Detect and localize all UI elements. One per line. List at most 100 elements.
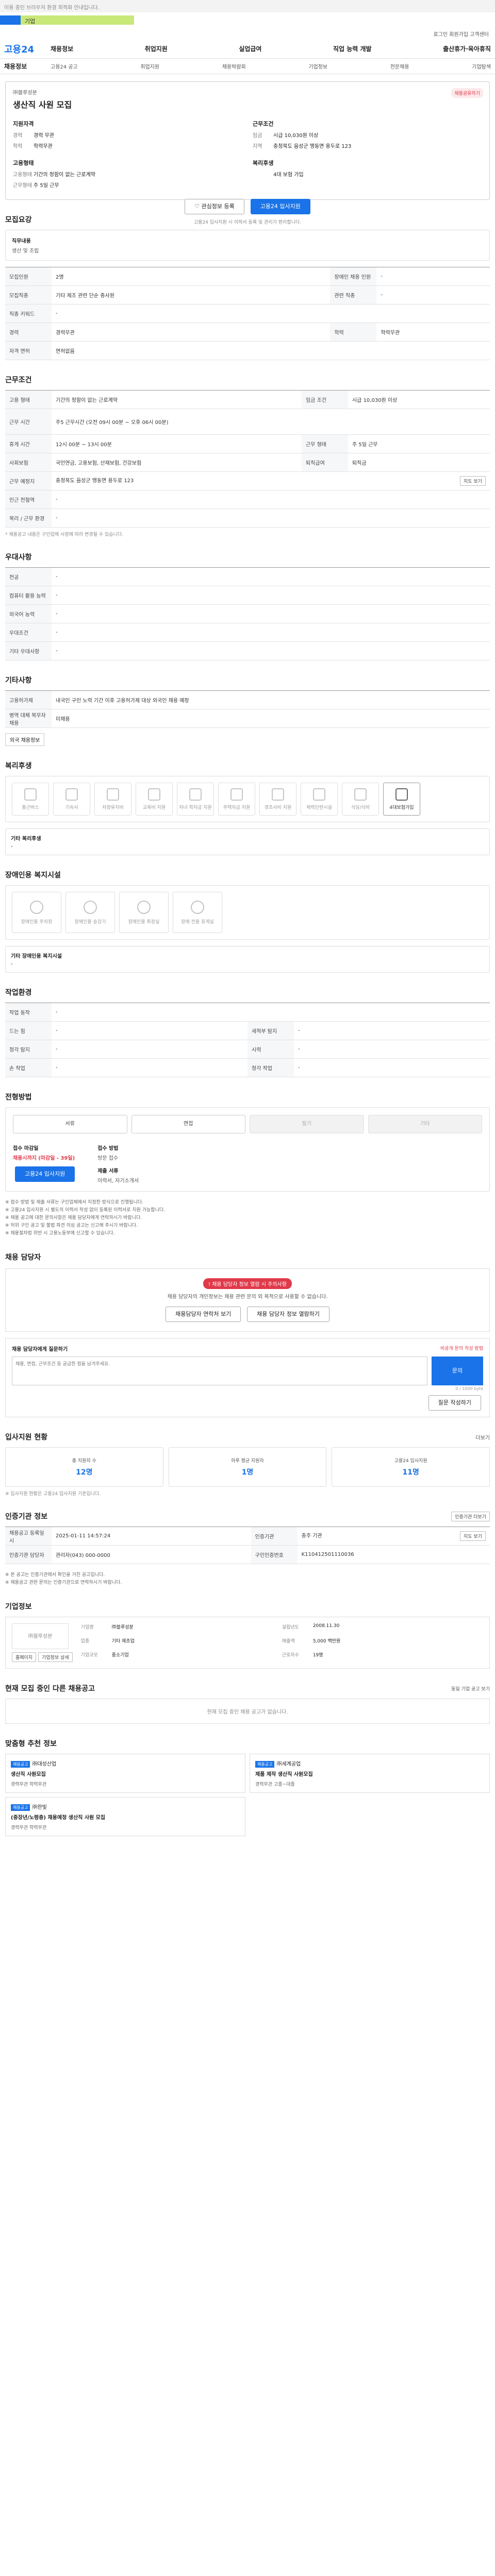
company-name[interactable]: ㈜블루성분: [13, 88, 482, 96]
util-links[interactable]: 로그인 회원가입 고객센터: [0, 28, 495, 39]
note-line: ※ 허위 구인 공고 및 불법 파견 의심 공고는 신고해 주시기 바랍니다.: [5, 1223, 138, 1228]
qa-byte-count: 0 / 1000 byte: [455, 1386, 483, 1391]
car-icon: [107, 788, 119, 801]
note-line: ※ 채용공고 관련 문의는 인증기관으로 연락하시기 바랍니다.: [5, 1580, 122, 1585]
recommend-card[interactable]: 채용공고 ㈜세계공업 제품 제작 생산직 사원모집 경력무관 고졸~대졸: [250, 1754, 490, 1793]
recommend-card[interactable]: 채용공고 ㈜대성산업 생산직 사원모집 경력무관 학력무관: [5, 1754, 245, 1793]
selection-notes: ※ 접수 방법 및 제출 서류는 구인업체에서 지정한 방식으로 진행됩니다. …: [5, 1199, 490, 1238]
add-interest-button[interactable]: ♡ 관심정보 등록: [185, 199, 244, 214]
stat-value: 12명: [76, 1468, 93, 1477]
qa-send-button[interactable]: 문의: [432, 1357, 483, 1385]
apply-button-2[interactable]: 고용24 입사지원: [15, 1166, 75, 1182]
foreign-hire-badge[interactable]: 외국 채용정보: [5, 733, 45, 746]
recommend-card[interactable]: 채용공고 ㈜한빛 (중장년/노령층) 채용예정 생산직 사원 모집 경력무관 학력…: [5, 1797, 245, 1836]
cgrid-key: 설립년도: [282, 1625, 299, 1630]
cond-key: 임금: [253, 133, 262, 139]
gnb-item-0[interactable]: 채용정보: [51, 44, 73, 53]
gnb-item-4[interactable]: 출산휴가·육아휴직: [443, 44, 491, 53]
cell-val: -: [52, 641, 490, 660]
section-pref-title: 우대사항: [5, 553, 32, 562]
cell-key: 청각 작업: [248, 1058, 294, 1077]
cell-val: 국민연금, 고용보험, 산재보험, 건강보험: [52, 453, 302, 472]
welfare-label: 체력단련시설: [306, 805, 332, 810]
cell-val: 주5 근무시간 (오전 09시 00분 ~ 오후 06시 00분): [52, 409, 490, 435]
lnb-label: 채용정보: [4, 63, 27, 70]
rec-meta: 경력무관 고졸~대졸: [255, 1782, 295, 1787]
welfare-item: 자녀 학자금 지원: [177, 783, 214, 816]
map-button[interactable]: 지도 보기: [460, 476, 486, 486]
cell-val: -: [52, 490, 490, 509]
agency-more-button[interactable]: 인증기관 더보기: [451, 1511, 490, 1521]
gnb-item-1[interactable]: 취업지원: [145, 44, 168, 53]
apply-button[interactable]: 고용24 입사지원: [250, 199, 310, 214]
cond-val: 시급 10,030원 이상: [273, 133, 319, 139]
lnb-item-1[interactable]: 취업지원: [140, 62, 159, 70]
welfare-label: 통근버스: [22, 805, 39, 810]
applicants-more-link[interactable]: 더보기: [475, 1433, 490, 1441]
agency-map-button[interactable]: 지도 보기: [460, 1531, 486, 1541]
cell-val: 12시 00분 ~ 13시 00분: [52, 434, 302, 453]
dumbbell-icon: [313, 788, 325, 801]
recommend-grid: 채용공고 ㈜대성산업 생산직 사원모집 경력무관 학력무관 채용공고 ㈜세계공업 제…: [5, 1754, 490, 1836]
stat-label: 총 지원자 수: [72, 1459, 96, 1464]
lnb-item-0[interactable]: 고용24 공고: [51, 62, 78, 70]
show-contact-button[interactable]: 채용담당자 연락처 보기: [166, 1307, 241, 1322]
stat-label: 고용24 입사지원: [394, 1459, 427, 1464]
other-jobs-link[interactable]: 동일 기업 공고 보기: [451, 1685, 490, 1692]
cell-key: 청각 탐지: [5, 1040, 52, 1059]
cell-key: 인증기관 담당자: [5, 1545, 52, 1564]
brand-banner-left: [0, 15, 21, 25]
company-detail-button[interactable]: 기업정보 상세: [38, 1652, 73, 1662]
disabled-item: 장애 전용 휴게실: [173, 892, 222, 933]
gnb-item-3[interactable]: 직업 능력 개발: [333, 44, 372, 53]
cell-key: 모집인원: [5, 267, 52, 286]
welfare-item: 경조사비 지원: [259, 783, 296, 816]
gnb-item-2[interactable]: 실업급여: [239, 44, 261, 53]
lnb-item-2[interactable]: 채용박람회: [222, 62, 246, 70]
cell-val: -: [52, 1003, 490, 1022]
lnb-item-4[interactable]: 전문채용: [390, 62, 409, 70]
brand-banner-label: 기업: [21, 15, 134, 25]
view-contact-button[interactable]: 채용 담당자 정보 열람하기: [247, 1307, 329, 1322]
cond-val: 충청북도 음성군 맹동면 용두로 123: [273, 144, 352, 149]
cell-val: 면허없음: [52, 341, 490, 360]
cell-val: -: [52, 1058, 248, 1077]
qa-write-button[interactable]: 질문 작성하기: [428, 1395, 481, 1411]
section-workcond-title: 근무조건: [5, 376, 32, 384]
homepage-button[interactable]: 홈페이지: [12, 1652, 37, 1662]
cell-key: 직종 키워드: [5, 304, 52, 323]
cell-key: 우대조건: [5, 623, 52, 642]
disabled-box: 장애인용 주차장 장애인용 승강기 장애인용 화장실 장애 전용 휴게실: [5, 885, 490, 940]
cell-val: 충청북도 음성군 맹동면 용두로 123: [56, 478, 134, 484]
shield-icon: [395, 788, 408, 801]
qa-input[interactable]: [12, 1357, 427, 1385]
welfare-item: 교육비 지원: [136, 783, 173, 816]
rec-meta: 경력무관 학력무관: [11, 1782, 47, 1787]
top-notice: 이용 중인 브라우저 환경 최적화 안내입니다.: [0, 0, 495, 12]
docs-value: 이력서, 자기소개서: [97, 1178, 139, 1184]
cell-val: -: [294, 1058, 490, 1077]
disabled-extra: 기타 장애인용 복지시설 -: [5, 946, 490, 973]
emp-key: 근무형태: [13, 183, 32, 189]
cgrid-key: 기업명: [80, 1625, 94, 1630]
qual-val: 경력 무관: [34, 133, 54, 139]
qa-side-link[interactable]: 비공개 문의 작성 방법: [440, 1345, 483, 1352]
lnb-item-3[interactable]: 기업정보: [308, 62, 327, 70]
restroom-icon: [137, 901, 151, 914]
note-line: ※ 본 공고는 인증기관에서 확인을 거친 공고입니다.: [5, 1572, 105, 1578]
section-recommend-title: 맞춤형 추천 정보: [5, 1740, 57, 1748]
welfare-label: 자녀 학자금 지원: [179, 805, 212, 810]
welfare-label: 차량유지비: [102, 805, 124, 810]
cell-key: 손 작업: [5, 1058, 52, 1077]
stat-total: 총 지원자 수 12명: [5, 1447, 163, 1487]
site-logo[interactable]: 고용24: [4, 42, 51, 56]
rec-title: (중장년/노령층) 채용예정 생산직 사원 모집: [11, 1815, 106, 1821]
method-value: 방문 접수: [97, 1156, 119, 1161]
cond-title: 근무조건: [253, 121, 274, 127]
share-button[interactable]: 채용공유하기: [451, 88, 483, 98]
welfare-label: 주택자금 지원: [223, 805, 251, 810]
disabled-label: 장애인용 승강기: [74, 920, 106, 925]
lnb-item-5[interactable]: 기업탐색: [472, 62, 491, 70]
cell-val: -: [52, 509, 490, 528]
step-other: 기타: [368, 1115, 482, 1133]
